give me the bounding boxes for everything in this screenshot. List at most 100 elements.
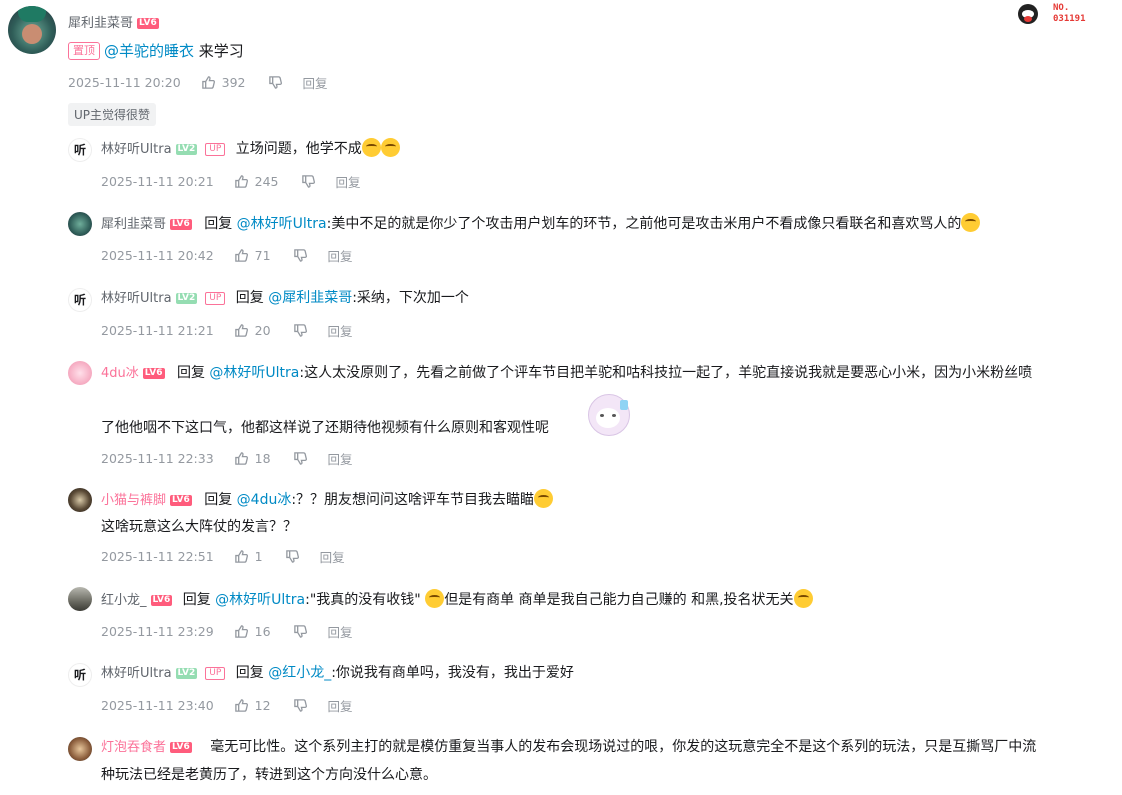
like-count: 12 — [254, 698, 271, 713]
pinned-tag: 置顶 — [68, 42, 100, 60]
reply-text: :采纳，下次加一个 — [352, 290, 469, 306]
like-button[interactable]: 1 — [234, 549, 263, 564]
reply-button[interactable]: 回复 — [328, 696, 353, 715]
reply-meta: 2025-11-11 23:29 16 回复 — [101, 622, 353, 641]
dislike-button[interactable] — [293, 323, 308, 338]
mention-link[interactable]: @红小龙_ — [268, 665, 331, 681]
up-liked-badge: UP主觉得很赞 — [68, 103, 157, 126]
username[interactable]: 灯泡吞食者 — [101, 740, 166, 755]
thumb-down-icon — [285, 550, 299, 563]
level-badge: LV2 — [175, 143, 198, 155]
username[interactable]: 红小龙_ — [101, 593, 147, 608]
reply-prefix: 回复 — [204, 216, 233, 232]
reply-button[interactable]: 回复 — [303, 73, 328, 92]
reply-button[interactable]: 回复 — [328, 449, 353, 468]
comment-time: 2025-11-11 20:20 — [68, 75, 181, 90]
dislike-button[interactable] — [293, 451, 308, 466]
reply-text-line2: 这啥玩意这么大阵仗的发言？？ — [101, 519, 297, 535]
reply-text: :美中不足的就是你少了个攻击用户划车的环节，之前他可是攻击米用户不看成像只看联名… — [326, 216, 962, 232]
reply-text-line2: 种玩法已经是老黄历了，转进到这个方向没什么心意。 — [101, 767, 437, 783]
avatar[interactable]: 听 — [68, 138, 92, 162]
reply-button[interactable]: 回复 — [328, 321, 353, 340]
reply-meta: 2025-11-11 21:21 20 回复 — [101, 321, 353, 340]
mention-link[interactable]: @犀利韭菜哥 — [268, 290, 352, 306]
thumb-down-icon — [293, 452, 307, 465]
username[interactable]: 犀利韭菜哥 — [101, 217, 166, 232]
username[interactable]: 4du冰 — [101, 366, 139, 381]
like-button[interactable]: 392 — [201, 75, 246, 90]
reply-text-b: 但是有商单 商单是我自己能力自己赚的 和黑,投名状无关 — [444, 592, 794, 608]
dislike-button[interactable] — [285, 549, 300, 564]
thumb-down-icon — [301, 175, 315, 188]
username[interactable]: 小猫与裤脚 — [101, 493, 166, 508]
reply-prefix: 回复 — [176, 365, 205, 381]
like-button[interactable]: 16 — [234, 624, 271, 639]
reply-meta: 2025-11-11 20:42 71 回复 — [101, 246, 353, 265]
up-badge: UP — [205, 666, 226, 680]
like-button[interactable]: 71 — [234, 248, 271, 263]
reply-prefix: 回复 — [235, 665, 264, 681]
emoji-icon — [961, 213, 981, 232]
medal-icon — [1016, 4, 1042, 28]
username[interactable]: 林好听Ultra — [101, 666, 172, 681]
avatar[interactable] — [68, 587, 92, 611]
reply-button[interactable]: 回复 — [328, 246, 353, 265]
username[interactable]: 林好听Ultra — [101, 291, 172, 306]
thumb-down-icon — [268, 76, 282, 89]
username[interactable]: 犀利韭菜哥 — [68, 16, 133, 31]
mention-link[interactable]: @4du冰 — [237, 492, 292, 508]
dislike-button[interactable] — [301, 174, 316, 189]
reply-text: :"我真的没有收钱" — [305, 592, 421, 608]
like-count: 71 — [254, 248, 271, 263]
reply-prefix: 回复 — [182, 592, 211, 608]
thumb-up-icon — [234, 550, 248, 563]
avatar[interactable]: 听 — [68, 663, 92, 687]
mention-link[interactable]: @林好听Ultra — [209, 365, 299, 381]
emoji-icon — [361, 138, 381, 157]
reply-time: 2025-11-11 23:40 — [101, 698, 214, 713]
avatar[interactable] — [68, 212, 92, 236]
reply-time: 2025-11-11 23:29 — [101, 624, 214, 639]
reply-meta: 2025-11-11 20:21 245 回复 — [101, 172, 361, 191]
mention-link[interactable]: @林好听Ultra — [237, 216, 327, 232]
like-button[interactable]: 18 — [234, 451, 271, 466]
avatar[interactable]: 听 — [68, 288, 92, 312]
dislike-button[interactable] — [293, 248, 308, 263]
dislike-button[interactable] — [268, 75, 283, 90]
avatar[interactable] — [68, 361, 92, 385]
reply-text: :？？朋友想问问这啥评车节目我去瞄瞄 — [291, 492, 535, 508]
reply-text: :这人太没原则了，先看之前做了个评车节目把羊驼和咕科技拉一起了，羊驼直接说我就是… — [299, 365, 1033, 381]
thumb-down-icon — [293, 699, 307, 712]
reply-time: 2025-11-11 22:33 — [101, 451, 214, 466]
like-button[interactable]: 245 — [234, 174, 279, 189]
dislike-button[interactable] — [293, 624, 308, 639]
thumb-down-icon — [293, 249, 307, 262]
level-badge: LV2 — [175, 292, 198, 304]
dislike-button[interactable] — [293, 698, 308, 713]
avatar[interactable] — [8, 6, 56, 54]
thumb-down-icon — [293, 625, 307, 638]
thumb-up-icon — [234, 452, 248, 465]
reply-button[interactable]: 回复 — [336, 172, 361, 191]
mention-link[interactable]: @羊驼的睡衣 — [104, 42, 194, 60]
like-count: 20 — [254, 323, 271, 338]
avatar[interactable] — [68, 488, 92, 512]
reply-text: :你说我有商单吗，我没有，我出于爱好 — [331, 665, 574, 681]
medal-no: NO. — [1053, 3, 1070, 13]
thumb-down-icon — [293, 324, 307, 337]
reply-time: 2025-11-11 20:21 — [101, 174, 214, 189]
mention-link[interactable]: @林好听Ultra — [215, 592, 305, 608]
like-button[interactable]: 20 — [234, 323, 271, 338]
level-badge: LV2 — [175, 667, 198, 679]
emoji-icon — [534, 489, 554, 508]
reply-time: 2025-11-11 21:21 — [101, 323, 214, 338]
reply-button[interactable]: 回复 — [320, 547, 345, 566]
like-button[interactable]: 12 — [234, 698, 271, 713]
username[interactable]: 林好听Ultra — [101, 142, 172, 157]
avatar[interactable] — [68, 737, 92, 761]
reply-text-line2: 了他他咽不下这口气，他都这样说了还期待他视频有什么原则和客观性呢 — [101, 420, 549, 436]
reply-button[interactable]: 回复 — [328, 622, 353, 641]
level-badge: LV6 — [170, 494, 192, 506]
thumb-up-icon — [234, 324, 248, 337]
up-badge: UP — [205, 142, 226, 156]
